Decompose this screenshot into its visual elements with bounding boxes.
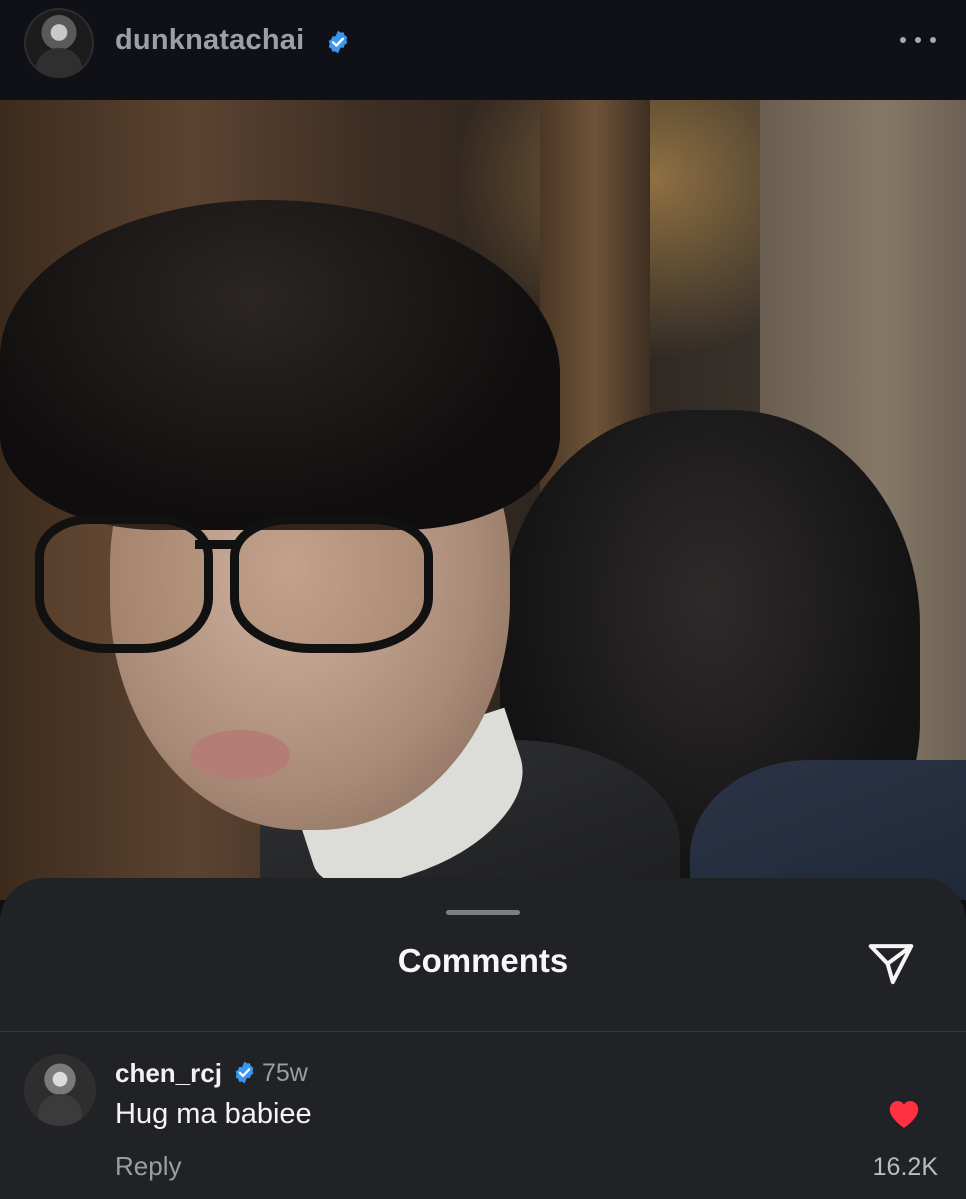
comment-like-count: 16.2K — [872, 1153, 938, 1181]
verified-badge-icon — [328, 30, 348, 54]
comment-timestamp: 75w — [262, 1059, 308, 1087]
comment-text: Hug ma babiee — [115, 1098, 312, 1130]
sheet-drag-handle[interactable] — [446, 910, 520, 915]
send-paper-plane-icon[interactable] — [864, 936, 918, 990]
reply-button[interactable]: Reply — [115, 1151, 181, 1182]
photo-glasses-left-lens — [35, 515, 213, 653]
commenter-avatar[interactable] — [24, 1054, 96, 1126]
commenter-username[interactable]: chen_rcj — [115, 1058, 222, 1089]
verified-badge-icon — [235, 1061, 254, 1084]
photo-glasses-bridge — [195, 540, 240, 549]
comments-sheet: Comments chen_rcj 75w Hug ma babiee Repl… — [0, 878, 966, 1199]
author-username[interactable]: dunknatachai — [115, 24, 304, 57]
sheet-divider — [0, 1031, 966, 1032]
author-avatar[interactable] — [24, 8, 94, 78]
photo-lips — [190, 730, 290, 780]
photo-glasses-right-lens — [230, 515, 433, 653]
post-header: dunknatachai — [0, 0, 966, 100]
heart-icon[interactable] — [886, 1096, 922, 1130]
comments-title: Comments — [397, 942, 569, 979]
more-horizontal-icon[interactable] — [900, 30, 936, 50]
post-photo[interactable] — [0, 100, 966, 900]
